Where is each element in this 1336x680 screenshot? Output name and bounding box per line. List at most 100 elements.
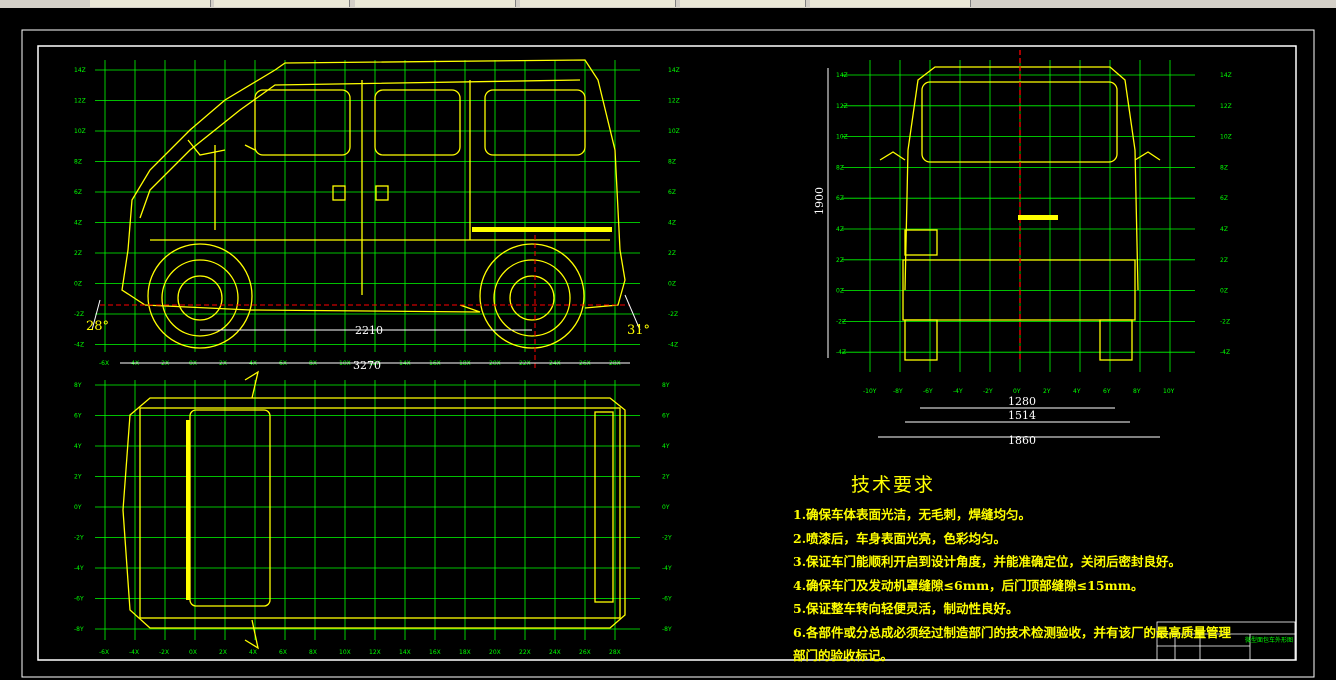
tick-label: -4Y (662, 565, 672, 572)
tick-label: 14Z (74, 67, 86, 74)
tick-label: 2Y (1043, 388, 1051, 395)
tick-label: 4X (249, 649, 257, 656)
tick-label: 8Z (836, 164, 844, 171)
tick-label: 8Y (1133, 388, 1141, 395)
tick-label: 12Z (836, 103, 848, 110)
tick-label: -2Z (1220, 318, 1230, 325)
tick-label: 10Z (1220, 134, 1232, 141)
top-view-grid (95, 380, 640, 640)
tick-label: 16X (429, 649, 441, 656)
tick-label: 8Z (1220, 164, 1228, 171)
tick-label: 8Y (74, 382, 82, 389)
tick-label: 2X (219, 649, 227, 656)
notes-title: 技术要求 (851, 474, 936, 496)
top-windshield (189, 409, 271, 607)
tick-label: -4Z (74, 342, 84, 349)
tick-label: 10Z (836, 134, 848, 141)
rear-wheel (493, 259, 571, 337)
tick-label: 0Z (74, 281, 82, 288)
tick-label: 2Z (1220, 257, 1228, 264)
note-item: 5.保证整车转向轻便灵活，制动性良好。 (793, 601, 1019, 616)
top-body-outline (122, 397, 626, 629)
tick-label: -4Y (74, 565, 84, 572)
tick-label: 12Z (1220, 103, 1232, 110)
track-rear-dim: 1280 (1008, 395, 1036, 408)
tick-label: 24X (549, 649, 561, 656)
technical-requirements: 技术要求 1.确保车体表面光洁，无毛刺，焊缝均匀。 2.喷漆后，车身表面光亮，色… (793, 470, 1233, 668)
tick-label: -2Y (662, 535, 672, 542)
side-body-outline (121, 59, 626, 313)
tick-label: 28X (609, 649, 621, 656)
tick-label: -4Z (836, 349, 846, 356)
tick-label: -6Y (923, 388, 933, 395)
tick-label: -8Y (74, 626, 84, 633)
tick-label: -6Y (662, 596, 672, 603)
front-wheel (161, 259, 239, 337)
tab[interactable] (355, 0, 516, 7)
tick-label: -2Y (74, 535, 84, 542)
tick-label: 14Z (668, 67, 680, 74)
tick-label: -6X (99, 649, 109, 656)
side-window-rear (484, 89, 586, 156)
tick-label: 4Z (836, 226, 844, 233)
tick-label: 6Z (1220, 195, 1228, 202)
side-window-front (254, 89, 351, 156)
tick-label: 6Y (662, 413, 670, 420)
front-right-tire (1099, 319, 1133, 361)
tab[interactable] (214, 0, 350, 7)
tick-label: -2Y (983, 388, 993, 395)
tick-label: 4Y (74, 443, 82, 450)
note-item: 3.保证车门能顺利开启到设计角度，并能准确定位，关闭后密封良好。 (793, 554, 1182, 569)
side-trim-strip (472, 227, 612, 232)
tab[interactable] (90, 0, 211, 7)
tick-label: 18X (459, 649, 471, 656)
tick-label: -10Y (863, 388, 877, 395)
width-dim: 1860 (1008, 434, 1036, 447)
tick-label: 2Z (836, 257, 844, 264)
tick-label: 4Z (74, 220, 82, 227)
tab[interactable] (520, 0, 676, 7)
tick-label: -2X (159, 649, 169, 656)
tick-label: -2Z (668, 311, 678, 318)
tick-label: 6Y (1103, 388, 1111, 395)
door-handle (375, 185, 389, 201)
departure-angle: 31° (627, 323, 650, 338)
tick-label: 14Z (1220, 72, 1232, 79)
tick-label: -6Y (74, 596, 84, 603)
rear-wheel-hub (509, 275, 555, 321)
tick-label: -8Y (662, 626, 672, 633)
tick-label: -4X (129, 649, 139, 656)
length-dim: 3270 (353, 359, 381, 372)
tick-label: 0Y (74, 504, 82, 511)
front-wheel-hub (177, 275, 223, 321)
note-item: 4.确保车门及发动机罩缝隙≤6mm，后门顶部缝隙≤15mm。 (793, 577, 1144, 593)
tick-label: 6X (279, 649, 287, 656)
top-view-van (122, 370, 626, 650)
tab[interactable] (810, 0, 971, 7)
side-mirror (187, 139, 256, 156)
tick-label: 0Z (836, 288, 844, 295)
cad-drawing-canvas[interactable]: -6X -4X -2X 0X 2X 4X 6X 8X 10X 12X 14X 16X 18X 20X 22X… (0, 8, 1336, 680)
tick-label: 0Y (1013, 388, 1021, 395)
tick-label: 20X (489, 649, 501, 656)
tick-label: 10X (339, 649, 351, 656)
tick-label: -2Z (74, 311, 84, 318)
tick-label: -8Y (893, 388, 903, 395)
tick-label: 10Z (668, 128, 680, 135)
tick-label: 10Z (74, 128, 86, 135)
side-window-mid (374, 89, 461, 156)
top-body-inner (139, 407, 621, 619)
door-handle (332, 185, 346, 201)
side-view-grid (95, 60, 640, 352)
title-block-label: 微型面包车外形图 (1245, 637, 1294, 644)
tick-label: 8Z (668, 159, 676, 166)
tick-label: 6Z (74, 189, 82, 196)
tick-label: 26X (579, 649, 591, 656)
tick-label: 12Z (668, 98, 680, 105)
tick-label: -4Z (1220, 349, 1230, 356)
tick-label: 12Z (74, 98, 86, 105)
note-item: 6.各部件或分总成必须经过制造部门的技术检测验收，并有该厂的最高质量管理部门的验… (793, 624, 1232, 664)
top-trim (186, 420, 190, 600)
tab[interactable] (680, 0, 806, 7)
tick-label: -2Z (836, 318, 846, 325)
